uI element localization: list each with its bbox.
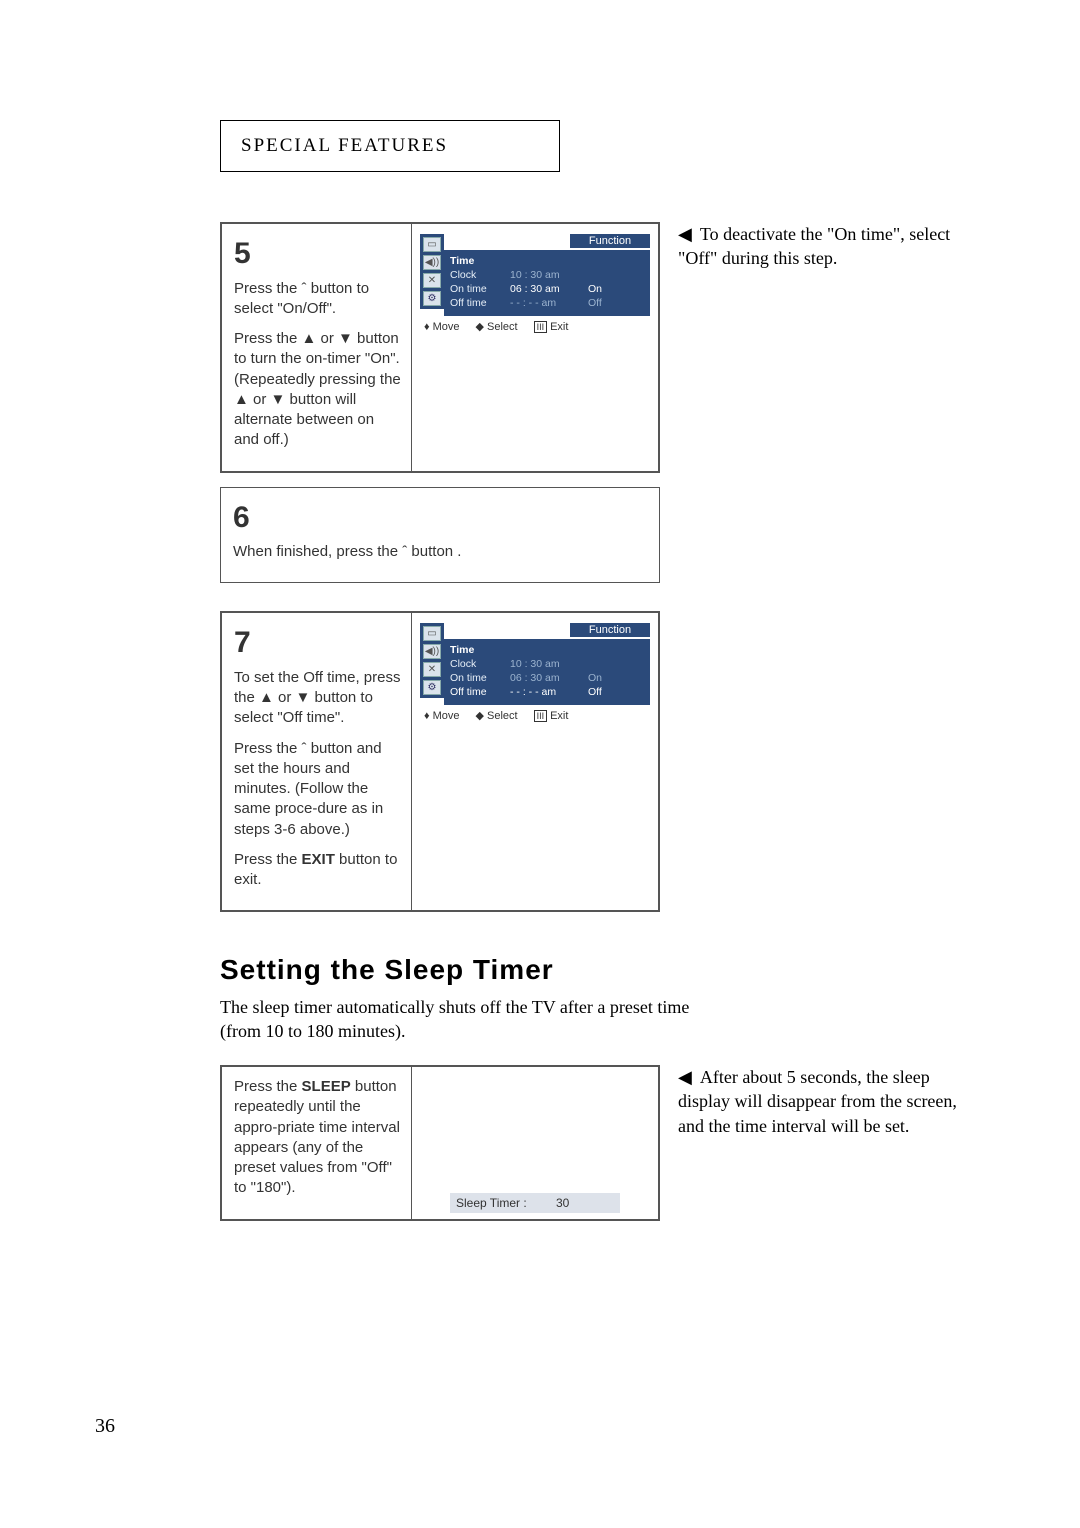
sleep-intro: The sleep timer automatically shuts off … xyxy=(220,996,720,1043)
osd-function-label: Function xyxy=(570,234,650,248)
step-6-box: 6 When finished, press the ˆ button . xyxy=(220,487,660,584)
leftright-icon: ◆ xyxy=(476,320,484,333)
sleep-step-text: Press the SLEEP button repeatedly until … xyxy=(222,1067,412,1219)
sleep-heading: Setting the Sleep Timer xyxy=(220,954,990,986)
step-5-p2: Press the ▲ or ▼ button to turn the on-t… xyxy=(234,329,401,451)
step-5-number: 5 xyxy=(234,234,401,275)
step-7-number: 7 xyxy=(234,623,401,664)
speaker-icon: ◀)) xyxy=(423,255,441,270)
pointer-left-icon: ◀ xyxy=(678,1067,692,1087)
step-5-p1: Press the ˆ button to select "On/Off". xyxy=(234,279,401,320)
exit-icon: III xyxy=(534,321,548,333)
highlight-icon: ▭ xyxy=(423,237,441,252)
osd-panel-7: Time Clock10 : 30 am On time06 : 30 amOn… xyxy=(444,639,650,705)
osd-controls-7: ♦ Move ◆ Select III Exit xyxy=(420,709,650,722)
step-7-box: 7 To set the Off time, press the ▲ or ▼ … xyxy=(220,611,660,912)
note-sleep: ◀After about 5 seconds, the sleep displa… xyxy=(678,1065,958,1138)
sleep-osd: Sleep Timer : 30 xyxy=(412,1067,658,1219)
sleep-timer-value: 30 xyxy=(556,1196,569,1210)
step-7-osd: ▭ ◀)) ✕ ⚙ Function Time Clock10 : 30 am xyxy=(412,613,658,910)
step-7-p1: To set the Off time, press the ▲ or ▼ bu… xyxy=(234,668,401,729)
section-header: SPECIAL FEATURES xyxy=(241,135,539,157)
tool-icon: ✕ xyxy=(423,273,441,288)
sleep-timer-bar: Sleep Timer : 30 xyxy=(450,1193,620,1213)
leftright-icon: ◆ xyxy=(476,709,484,722)
step-7-p2: Press the ˆ button and set the hours and… xyxy=(234,739,401,840)
step-7-text: 7 To set the Off time, press the ▲ or ▼ … xyxy=(222,613,412,910)
exit-icon: III xyxy=(534,710,548,722)
osd-sidebar-7: ▭ ◀)) ✕ ⚙ xyxy=(420,623,444,698)
step-5-osd: ▭ ◀)) ✕ ⚙ Function Time Clock10 : 30 am xyxy=(412,224,658,471)
settings-icon: ⚙ xyxy=(423,291,441,306)
sleep-step-box: Press the SLEEP button repeatedly until … xyxy=(220,1065,660,1221)
note-step-5: ◀To deactivate the "On time", select "Of… xyxy=(678,222,958,271)
osd-title: Time xyxy=(450,253,644,268)
osd-sidebar: ▭ ◀)) ✕ ⚙ xyxy=(420,234,444,309)
step-7-p3: Press the EXIT button to exit. xyxy=(234,850,401,891)
pointer-left-icon: ◀ xyxy=(678,224,692,244)
updown-icon: ♦ xyxy=(424,710,430,722)
page-number: 36 xyxy=(95,1415,115,1438)
sleep-step-p: Press the SLEEP button repeatedly until … xyxy=(234,1077,401,1199)
osd-panel: Time Clock10 : 30 am On time06 : 30 amOn… xyxy=(444,250,650,316)
step-5-text: 5 Press the ˆ button to select "On/Off".… xyxy=(222,224,412,471)
updown-icon: ♦ xyxy=(424,321,430,333)
step-6-number: 6 xyxy=(233,498,649,539)
tool-icon: ✕ xyxy=(423,662,441,677)
settings-icon: ⚙ xyxy=(423,680,441,695)
osd-controls: ♦ Move ◆ Select III Exit xyxy=(420,320,650,333)
highlight-icon: ▭ xyxy=(423,626,441,641)
section-header-box: SPECIAL FEATURES xyxy=(220,120,560,172)
step-6-text: 6 When finished, press the ˆ button . xyxy=(221,488,659,583)
step-5-box: 5 Press the ˆ button to select "On/Off".… xyxy=(220,222,660,473)
speaker-icon: ◀)) xyxy=(423,644,441,659)
osd-function-label: Function xyxy=(570,623,650,637)
step-6-p1: When finished, press the ˆ button . xyxy=(233,542,649,562)
osd-title: Time xyxy=(450,642,644,657)
